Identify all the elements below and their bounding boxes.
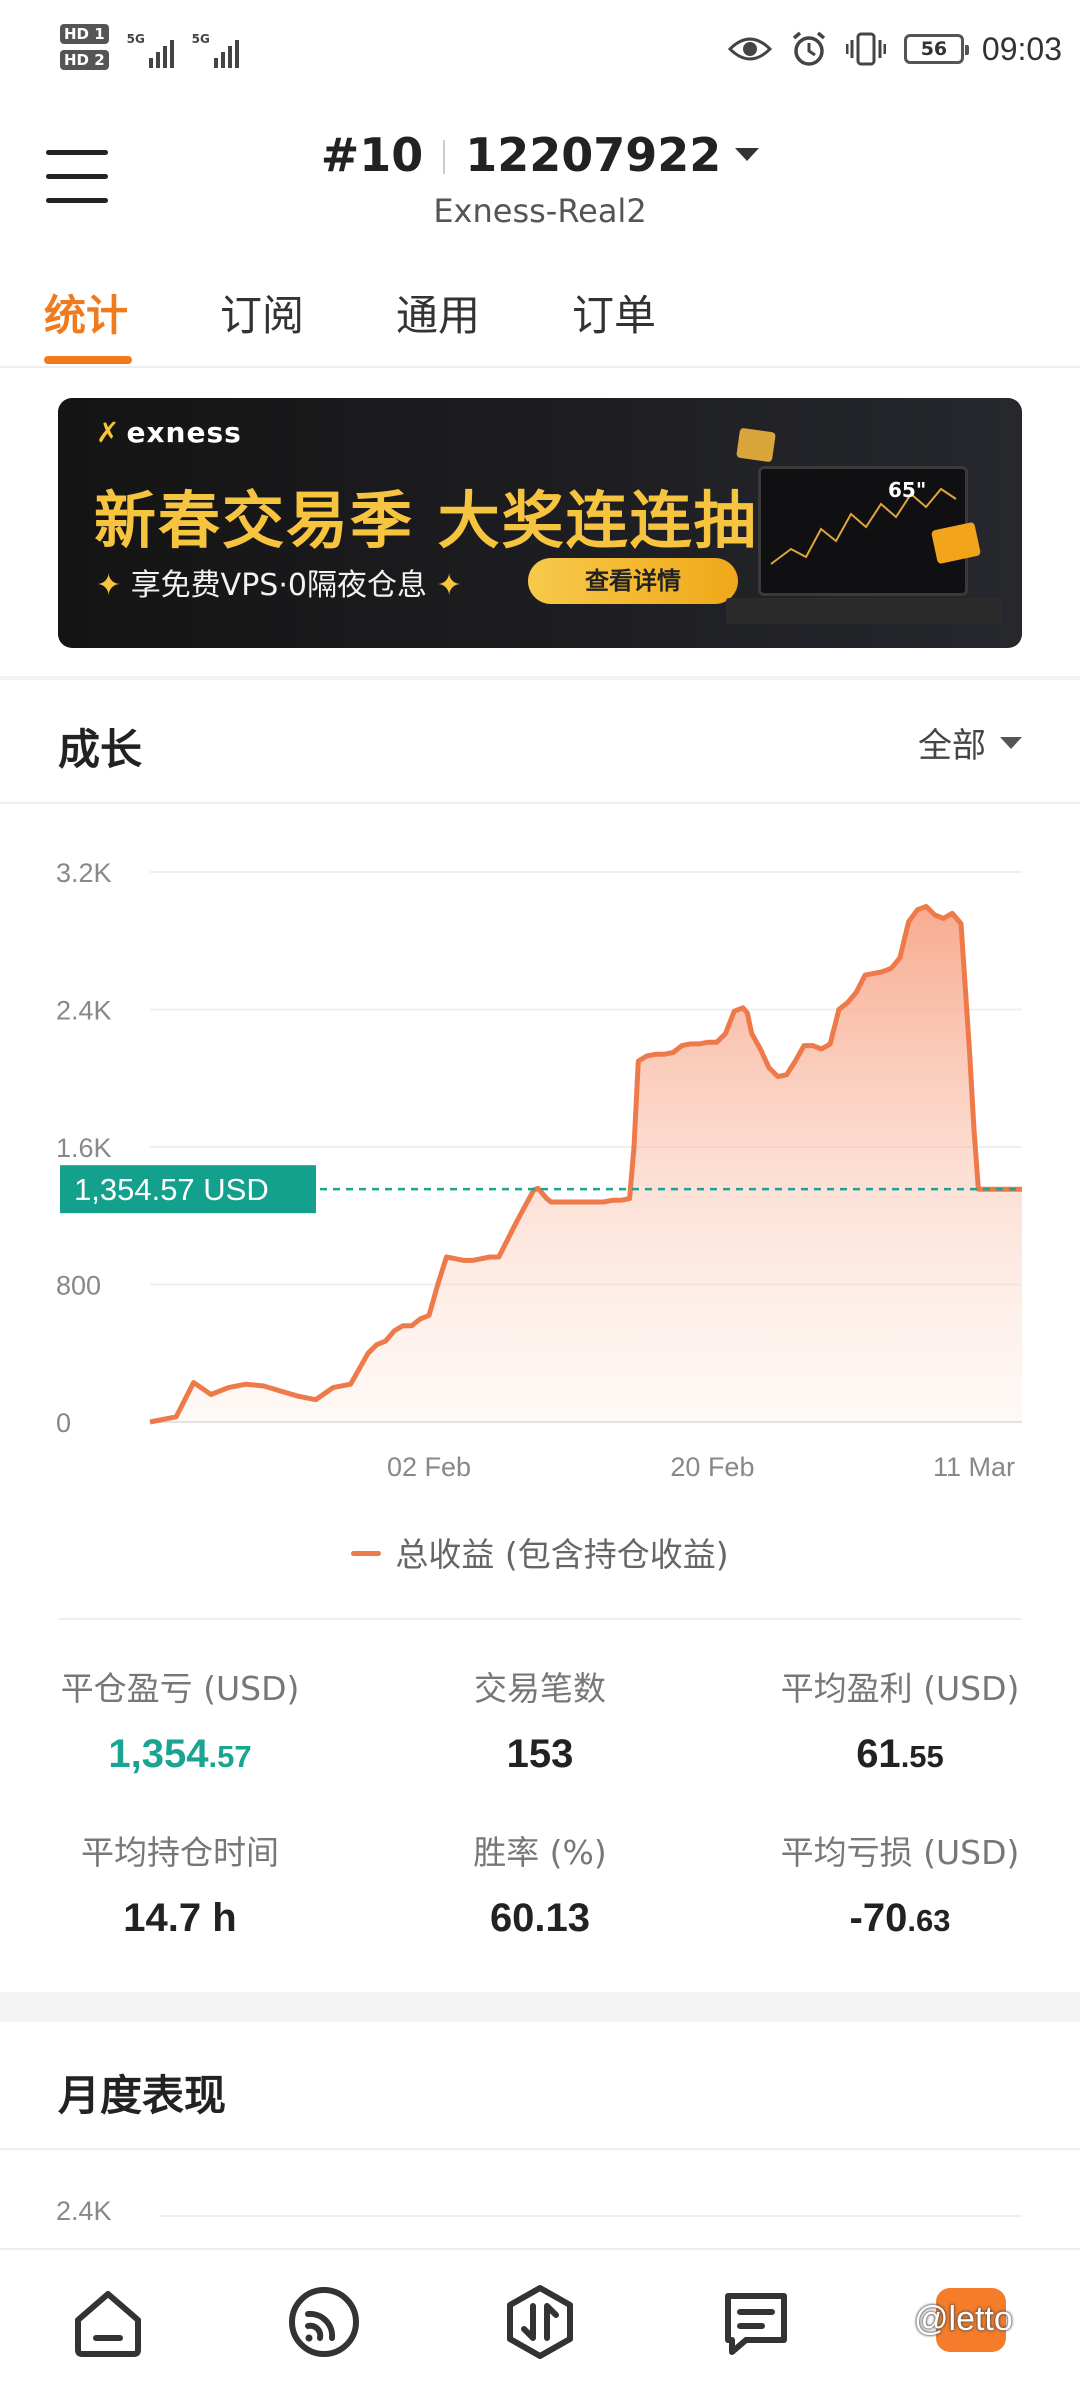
stat-avg-loss: 平均亏损 (USD) -70.63 [780,1833,1020,1940]
account-number: 12207922 [465,128,722,182]
promo-banner[interactable]: ✗ exness 新春交易季 大奖连连抽 ✦ 享免费VPS·0隔夜仓息 ✦ 查看详… [58,398,1022,648]
section-divider [0,1992,1080,2022]
monthly-y-tick: 2.4K [56,2196,112,2226]
alarm-icon [792,31,826,66]
gift-icon [930,521,982,565]
y-tick-label: 2.4K [56,996,112,1026]
stat-trade-count: 交易笔数 153 [474,1669,606,1776]
x-tick-label: 02 Feb [387,1452,471,1482]
account-server: Exness-Real2 [433,192,647,230]
x-tick-label: 11 Mar [933,1452,1015,1482]
y-tick-label: 1.6K [56,1133,112,1163]
gift-icon [736,427,776,463]
tab-subscribe[interactable]: 订阅 [220,282,304,343]
section-divider [0,802,1080,804]
section-divider [58,1618,1022,1620]
status-right: 56 09:03 [727,30,1062,68]
current-value-label: 1,354.57 USD [74,1172,269,1207]
tab-statistics[interactable]: 统计 [44,282,128,343]
y-tick-label: 800 [56,1271,101,1301]
tv-stand [726,598,1002,624]
hd-2-tag: HD 2 [60,50,109,70]
growth-title: 成长 [58,725,143,774]
tv-badge: 65" [888,478,927,502]
tab-orders[interactable]: 订单 [572,282,656,343]
tab-bar: 统计 订阅 通用 订单 [0,270,1080,368]
battery-icon: 56 [903,34,969,64]
x-tick-label: 20 Feb [670,1452,754,1482]
exness-logo: ✗ exness [96,416,242,449]
section-divider [0,2148,1080,2150]
stat-closed-pnl: 平仓盈亏 (USD) 1,354.57 [60,1669,300,1776]
stat-avg-hold-time: 平均持仓时间 14.7 h [81,1833,279,1940]
vibrate-icon [845,32,886,66]
chart-legend: 总收益 (包含持仓收益) [0,1528,1080,1576]
active-tab-indicator [44,356,132,364]
watermark: @letto [914,2300,1013,2338]
network-indicators: HD 1 HD 2 5G 5G [60,24,239,70]
account-selector[interactable]: #10 12207922 [0,128,1080,182]
banner-subline: ✦ 享免费VPS·0隔夜仓息 ✦ [96,568,462,603]
y-tick-label: 3.2K [56,858,112,888]
chat-icon [725,2293,787,2355]
chevron-down-icon [1000,736,1022,749]
nav-signals[interactable] [284,2282,364,2362]
home-icon [75,2291,141,2357]
banner-cta-button[interactable]: 查看详情 [528,558,738,604]
signal-icon: 5G [192,24,239,68]
stat-win-rate: 胜率 (%) 60.13 [473,1833,607,1940]
chart-y-axis: 0 800 1.6K 2.4K 3.2K [56,858,112,1438]
range-filter-dropdown[interactable]: 全部 [918,718,1022,767]
section-divider [0,676,1080,680]
bottom-nav: @letto [0,2248,1080,2388]
stat-avg-profit: 平均盈利 (USD) 61.55 [780,1669,1020,1776]
tab-general[interactable]: 通用 [396,282,480,343]
monthly-grid-line [160,2215,1022,2217]
monthly-title: 月度表现 [58,2071,227,2120]
eye-icon [727,37,772,61]
banner-headline: 新春交易季 大奖连连抽 [94,484,758,557]
chart-area-fill [150,906,1022,1422]
nav-messages[interactable] [716,2282,796,2362]
legend-label: 总收益 (包含持仓收益) [395,1535,729,1574]
legend-swatch [351,1551,382,1556]
trade-icon [507,2285,573,2359]
chart-x-axis: 02 Feb 20 Feb 11 Mar [387,1452,1015,1482]
status-time: 09:03 [981,30,1062,67]
hd-1-tag: HD 1 [60,24,109,44]
account-index: #10 [320,128,424,182]
y-tick-label: 0 [56,1408,71,1438]
chevron-down-icon [735,148,760,161]
nav-trade[interactable] [500,2282,580,2362]
signal-icon: 5G [127,24,174,68]
nav-home[interactable] [68,2282,148,2362]
status-bar: HD 1 HD 2 5G 5G 56 09:03 [0,0,1080,110]
signals-icon [289,2287,359,2357]
growth-chart[interactable]: 0 800 1.6K 2.4K 3.2K 1,354.57 USD 02 Feb 20 F… [0,820,1080,1500]
